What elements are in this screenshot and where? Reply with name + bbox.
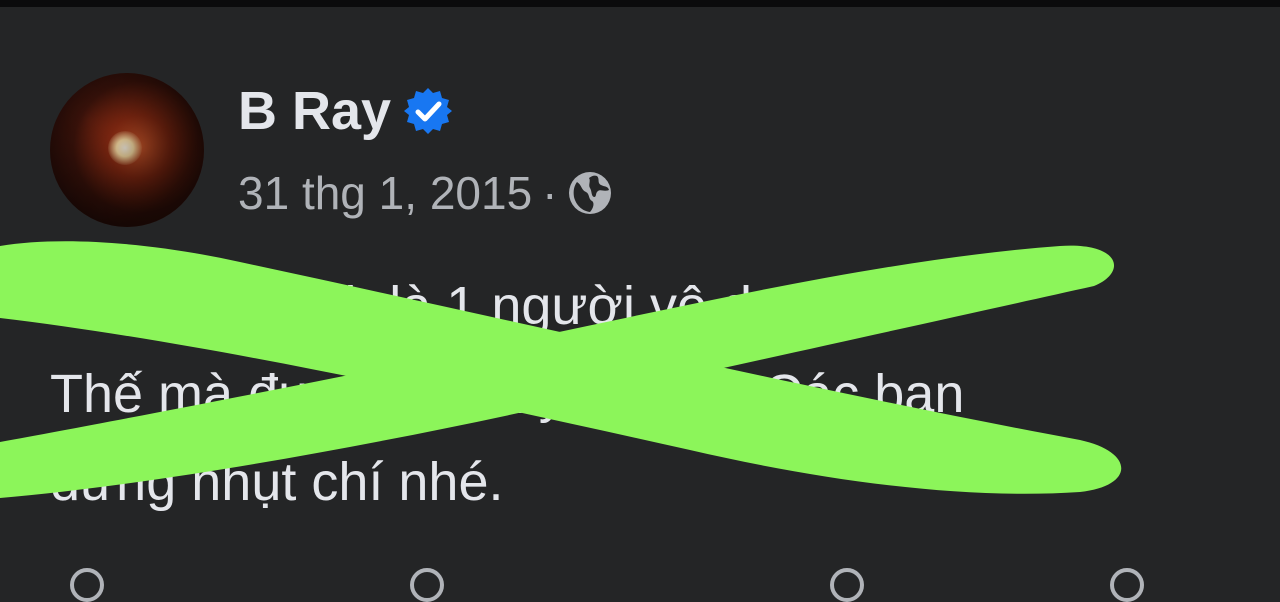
like-icon[interactable] <box>70 568 104 602</box>
more-icon[interactable] <box>1110 568 1144 602</box>
avatar[interactable] <box>50 73 204 227</box>
facebook-post: B Ray 31 thg 1, 2015 · Hồi xưa mình là 1… <box>0 7 1280 582</box>
globe-icon[interactable] <box>567 170 613 216</box>
verified-badge-icon <box>404 88 453 134</box>
post-date[interactable]: 31 thg 1, 2015 <box>238 166 532 220</box>
comment-icon[interactable] <box>410 568 444 602</box>
post-line-3: đừng nhụt chí nhé. <box>50 452 504 512</box>
post-content: Hồi xưa mình là 1 người vô danh Thế mà đ… <box>50 262 1250 526</box>
author-name[interactable]: B Ray <box>238 79 391 143</box>
author-row: B Ray <box>238 79 453 143</box>
share-icon[interactable] <box>830 568 864 602</box>
action-bar-partial <box>0 568 1280 602</box>
top-edge-bar <box>0 0 1280 7</box>
post-line-2: Thế mà được lên đây cơ mà. Các bạn <box>50 364 965 424</box>
post-line-1: Hồi xưa mình là 1 người vô danh <box>50 276 843 336</box>
avatar-shade <box>50 73 204 227</box>
meta-separator: · <box>542 167 558 219</box>
post-meta: 31 thg 1, 2015 · <box>238 163 613 223</box>
